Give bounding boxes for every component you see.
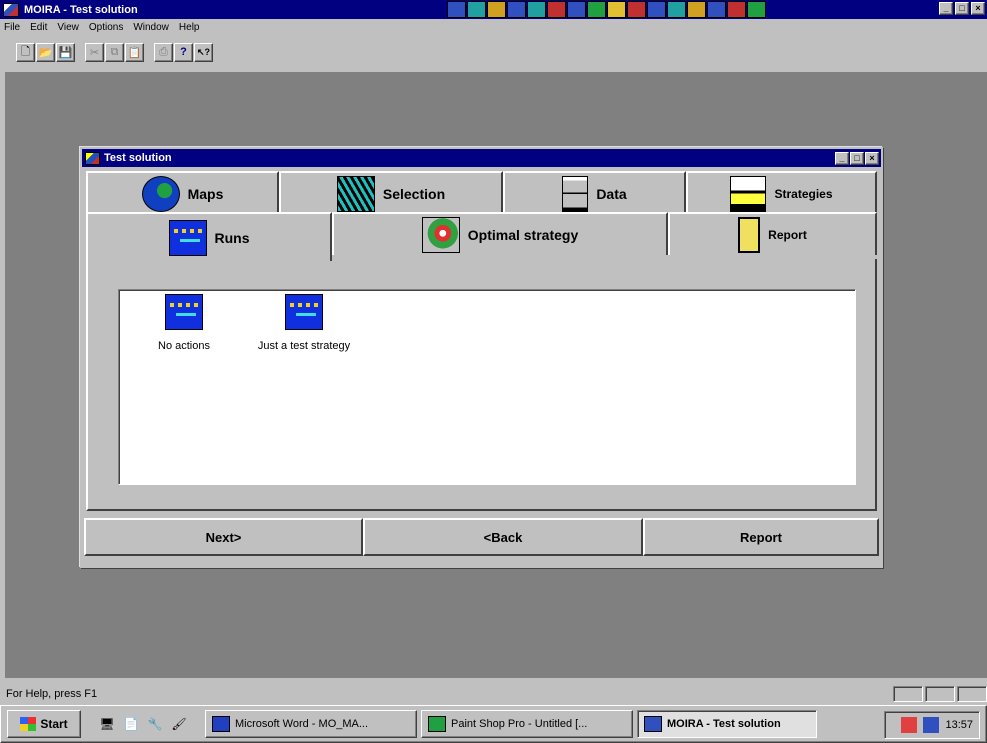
cut-icon[interactable]: ✂ bbox=[85, 42, 104, 62]
menu-view[interactable]: View bbox=[57, 22, 79, 33]
close-icon[interactable]: × bbox=[865, 151, 879, 165]
tray-tool-icon[interactable] bbox=[747, 1, 766, 18]
next-button[interactable]: Next> bbox=[84, 518, 363, 556]
open-icon[interactable]: 📂 bbox=[36, 42, 55, 62]
menu-help[interactable]: Help bbox=[179, 22, 200, 33]
child-window-controls: _ □ × bbox=[835, 151, 879, 165]
taskbar: Start 🖥 📄 🔧 🖌 Microsoft Word - MO_MA... … bbox=[0, 705, 987, 743]
app-window-controls: _ □ × bbox=[939, 2, 985, 15]
status-pane bbox=[925, 686, 955, 702]
quicklaunch-app-icon[interactable]: 🔧 bbox=[143, 713, 167, 735]
file-cabinet-icon bbox=[562, 175, 589, 212]
app-title-bar[interactable]: MOIRA - Test solution _ □ × bbox=[0, 0, 987, 19]
status-pane bbox=[957, 686, 987, 702]
menu-file[interactable]: File bbox=[4, 22, 20, 33]
tray-tool-icon[interactable] bbox=[627, 1, 646, 18]
strategies-icon bbox=[730, 175, 767, 212]
selection-icon bbox=[336, 175, 375, 212]
task-word[interactable]: Microsoft Word - MO_MA... bbox=[205, 710, 417, 738]
start-button[interactable]: Start bbox=[7, 710, 81, 738]
report-icon bbox=[738, 216, 761, 253]
tray-tool-icon[interactable] bbox=[647, 1, 666, 18]
title-toolbar bbox=[447, 1, 766, 18]
task-moira[interactable]: MOIRA - Test solution bbox=[637, 710, 817, 738]
optimal-strategy-icon bbox=[421, 216, 460, 253]
maximize-icon[interactable]: □ bbox=[850, 151, 864, 165]
run-item-no-actions[interactable]: No actions bbox=[119, 294, 249, 352]
tab-maps[interactable]: Maps bbox=[86, 171, 279, 214]
tray-icon[interactable] bbox=[923, 717, 940, 733]
status-bar: For Help, press F1 bbox=[0, 683, 987, 705]
minimize-icon[interactable]: _ bbox=[835, 151, 849, 165]
tab-report[interactable]: Report bbox=[668, 212, 877, 255]
runs-tab-panel: No actions Just a test strategy bbox=[86, 259, 877, 511]
tray-tool-icon[interactable] bbox=[727, 1, 746, 18]
close-icon[interactable]: × bbox=[971, 2, 985, 15]
runs-list[interactable]: No actions Just a test strategy bbox=[118, 289, 856, 485]
toolbar: 🗋 📂 💾 ✂ ⧉ 📋 ⎙ ? ↖? bbox=[0, 36, 987, 68]
quicklaunch-paint-icon[interactable]: 🖌 bbox=[167, 713, 191, 735]
print-icon[interactable]: ⎙ bbox=[154, 42, 173, 62]
child-title: Test solution bbox=[104, 152, 172, 164]
back-button[interactable]: <Back bbox=[363, 518, 643, 556]
tab-row-top: Maps Selection Data Strategies bbox=[86, 171, 877, 214]
tab-row-bottom: Runs Optimal strategy Report bbox=[86, 212, 877, 261]
tab-strategies[interactable]: Strategies bbox=[686, 171, 877, 214]
maximize-icon[interactable]: □ bbox=[955, 2, 969, 15]
tray-tool-icon[interactable] bbox=[567, 1, 586, 18]
tray-tool-icon[interactable] bbox=[547, 1, 566, 18]
globe-icon bbox=[141, 175, 180, 212]
tray-tool-icon[interactable] bbox=[487, 1, 506, 18]
status-text: For Help, press F1 bbox=[6, 688, 98, 700]
windows-flag-icon bbox=[20, 717, 37, 731]
tray-tool-icon[interactable] bbox=[527, 1, 546, 18]
app-title: MOIRA - Test solution bbox=[24, 3, 138, 16]
wizard-buttons: Next> <Back Report bbox=[84, 518, 879, 556]
copy-icon[interactable]: ⧉ bbox=[105, 42, 124, 62]
tray-tool-icon[interactable] bbox=[707, 1, 726, 18]
menu-window[interactable]: Window bbox=[133, 22, 169, 33]
tab-data[interactable]: Data bbox=[503, 171, 686, 214]
run-icon bbox=[285, 294, 323, 330]
test-solution-window: Test solution _ □ × Maps Selection Data … bbox=[80, 147, 883, 568]
tab-runs[interactable]: Runs bbox=[86, 212, 332, 261]
solution-icon bbox=[85, 151, 100, 165]
system-tray: 13:57 bbox=[884, 711, 980, 739]
menu-options[interactable]: Options bbox=[89, 22, 123, 33]
tab-selection[interactable]: Selection bbox=[279, 171, 503, 214]
task-paint-shop[interactable]: Paint Shop Pro - Untitled [... bbox=[421, 710, 633, 738]
tray-tool-icon[interactable] bbox=[667, 1, 686, 18]
context-help-icon[interactable]: ↖? bbox=[194, 42, 213, 62]
minimize-icon[interactable]: _ bbox=[939, 2, 953, 15]
tray-tool-icon[interactable] bbox=[507, 1, 526, 18]
status-pane bbox=[893, 686, 923, 702]
tray-tool-icon[interactable] bbox=[687, 1, 706, 18]
word-icon bbox=[212, 716, 230, 732]
paste-icon[interactable]: 📋 bbox=[125, 42, 144, 62]
tray-tool-icon[interactable] bbox=[467, 1, 486, 18]
tray-tool-icon[interactable] bbox=[607, 1, 626, 18]
app-icon bbox=[3, 2, 19, 17]
paint-shop-icon bbox=[428, 716, 446, 732]
new-icon[interactable]: 🗋 bbox=[16, 42, 35, 62]
clock: 13:57 bbox=[945, 719, 973, 731]
menu-edit[interactable]: Edit bbox=[30, 22, 47, 33]
tray-icon[interactable] bbox=[901, 717, 918, 733]
quicklaunch-doc-icon[interactable]: 📄 bbox=[119, 713, 143, 735]
tray-tool-icon[interactable] bbox=[587, 1, 606, 18]
save-icon[interactable]: 💾 bbox=[56, 42, 75, 62]
report-button[interactable]: Report bbox=[643, 518, 879, 556]
help-icon[interactable]: ? bbox=[174, 42, 193, 62]
menu-bar: File Edit View Options Window Help bbox=[0, 19, 987, 36]
tray-tool-icon[interactable] bbox=[447, 1, 466, 18]
runs-icon bbox=[168, 219, 207, 256]
run-item-test-strategy[interactable]: Just a test strategy bbox=[239, 294, 369, 352]
tab-optimal-strategy[interactable]: Optimal strategy bbox=[332, 212, 668, 255]
moira-icon bbox=[644, 716, 662, 732]
quicklaunch-desktop-icon[interactable]: 🖥 bbox=[95, 713, 119, 735]
child-title-bar[interactable]: Test solution _ □ × bbox=[82, 149, 881, 167]
run-icon bbox=[165, 294, 203, 330]
